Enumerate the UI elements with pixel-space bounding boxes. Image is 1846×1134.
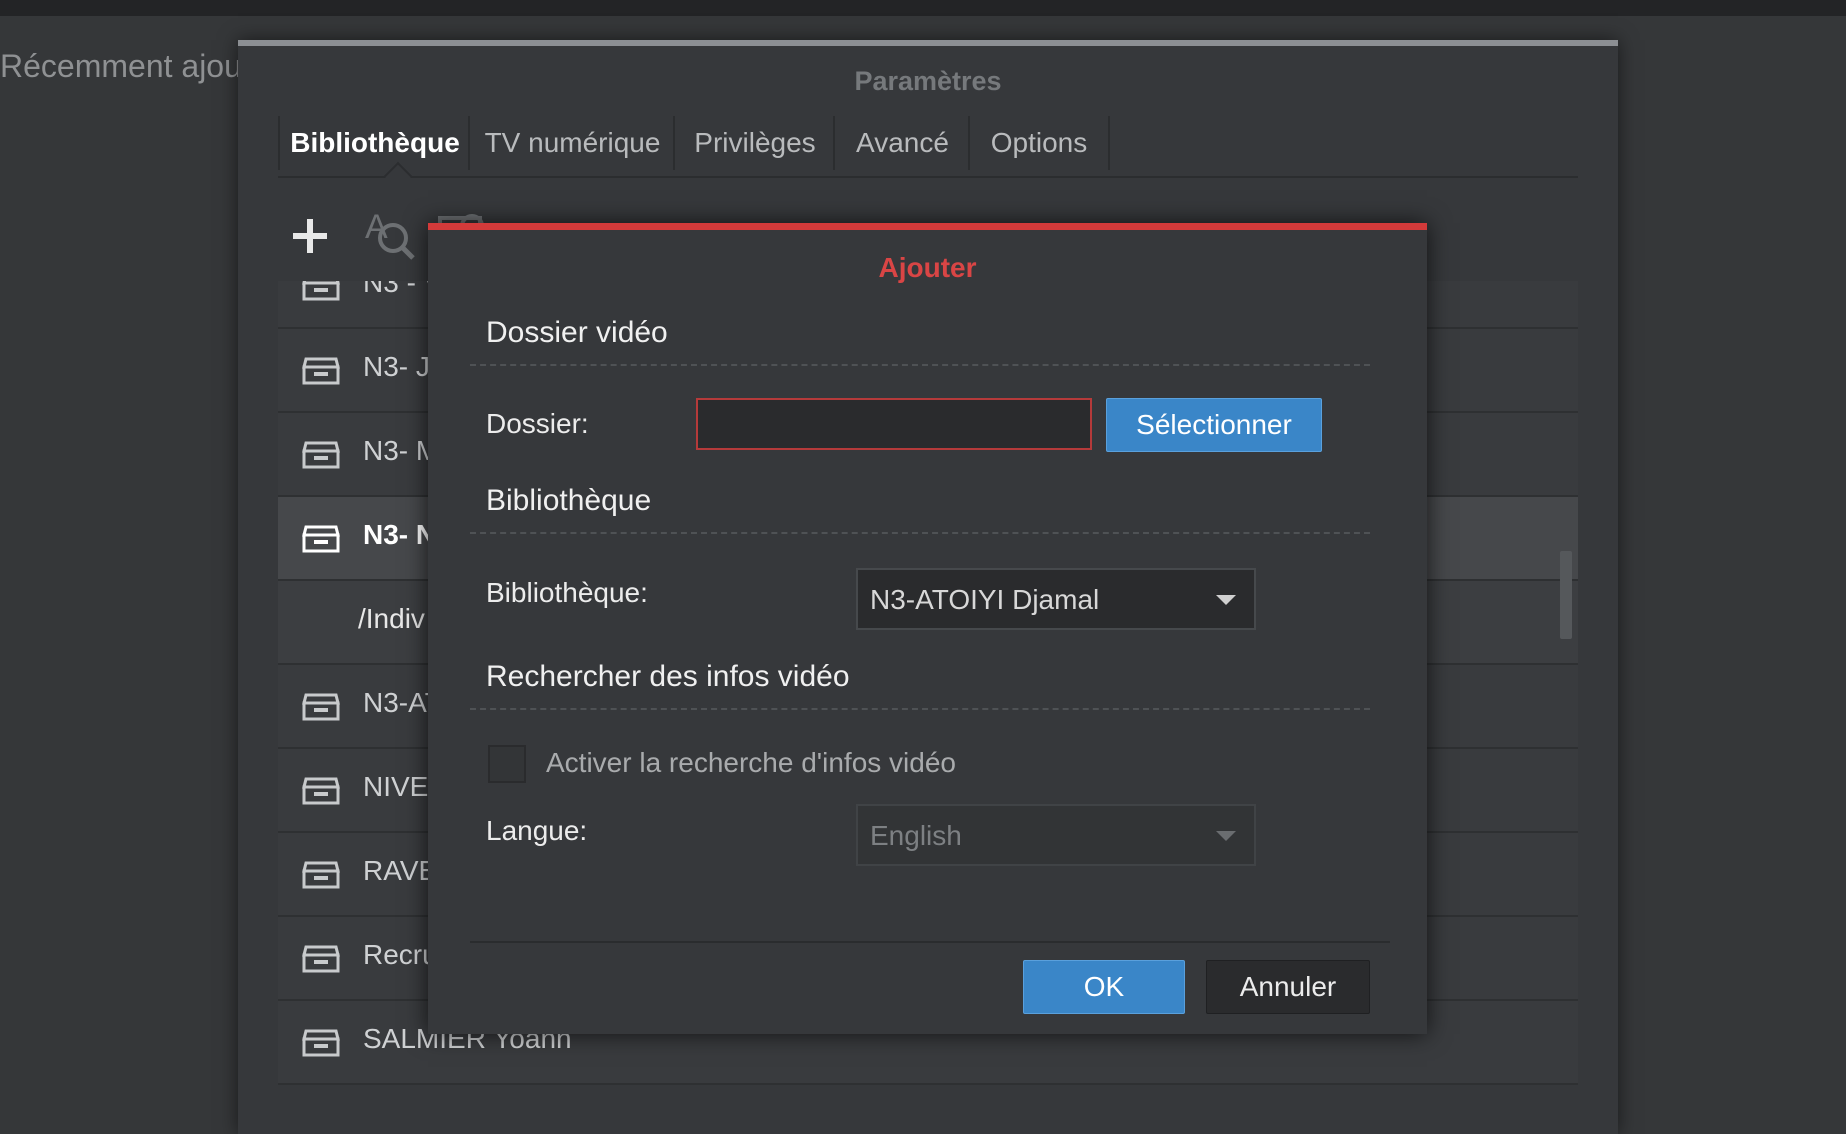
dialog-footer-divider: [470, 941, 1390, 943]
drawer-icon: [302, 525, 340, 553]
drawer-icon: [302, 357, 340, 385]
section-divider: [470, 364, 1370, 366]
library-row-label: RAVE: [363, 855, 438, 886]
search-info-heading: Rechercher des infos vidéo: [486, 660, 850, 693]
drawer-icon: [302, 1029, 340, 1057]
section-divider: [470, 532, 1370, 534]
enable-search-checkbox[interactable]: [488, 745, 526, 783]
library-select-value: N3-ATOIYI Djamal: [870, 584, 1100, 615]
recently-added-heading: Récemment ajou: [0, 48, 242, 84]
video-folder-heading: Dossier vidéo: [486, 316, 668, 349]
dropdown-arrow-icon: [1216, 831, 1236, 841]
library-row-label: N3- N: [363, 519, 437, 550]
ok-button[interactable]: OK: [1023, 960, 1185, 1014]
drawer-icon: [302, 861, 340, 889]
settings-title: Paramètres: [854, 66, 1002, 96]
library-row-label: NIVE: [363, 771, 429, 802]
drawer-icon: [302, 777, 340, 805]
tab-library[interactable]: Bibliothèque: [278, 116, 470, 170]
dialog-title: Ajouter: [878, 252, 977, 283]
cancel-button[interactable]: Annuler: [1206, 960, 1370, 1014]
plus-icon[interactable]: [290, 216, 330, 256]
enable-search-label: Activer la recherche d'infos vidéo: [546, 747, 956, 778]
dropdown-arrow-icon: [1216, 595, 1236, 605]
tab-options[interactable]: Options: [968, 116, 1110, 170]
language-label: Langue:: [486, 815, 588, 846]
library-select[interactable]: N3-ATOIYI Djamal: [856, 568, 1256, 630]
drawer-icon: [302, 441, 340, 469]
tab-advanced[interactable]: Avancé: [833, 116, 970, 170]
library-row-label: Recru: [363, 939, 438, 970]
list-scrollbar[interactable]: [1560, 551, 1572, 639]
drawer-icon: [302, 693, 340, 721]
tab-digital-tv[interactable]: TV numérique: [468, 116, 675, 170]
folder-label: Dossier:: [486, 408, 589, 439]
library-label: Bibliothèque:: [486, 577, 648, 608]
library-heading: Bibliothèque: [486, 484, 652, 517]
library-row-label: /Indiv: [358, 603, 425, 634]
section-divider: [470, 708, 1370, 710]
language-select[interactable]: English: [856, 804, 1256, 866]
top-bar: [0, 0, 1846, 16]
drawer-icon: [302, 281, 340, 301]
tab-privileges[interactable]: Privilèges: [673, 116, 835, 170]
text-search-icon[interactable]: A: [363, 206, 421, 262]
folder-input[interactable]: [696, 398, 1092, 450]
library-row-label: N3- J: [363, 351, 430, 382]
drawer-icon: [302, 945, 340, 973]
settings-tabs: Bibliothèque TV numérique Privilèges Ava…: [278, 116, 1578, 191]
language-select-value: English: [870, 820, 962, 851]
select-folder-button[interactable]: Sélectionner: [1106, 398, 1322, 452]
add-dialog: Ajouter Dossier vidéo Dossier: Sélection…: [428, 223, 1427, 1034]
